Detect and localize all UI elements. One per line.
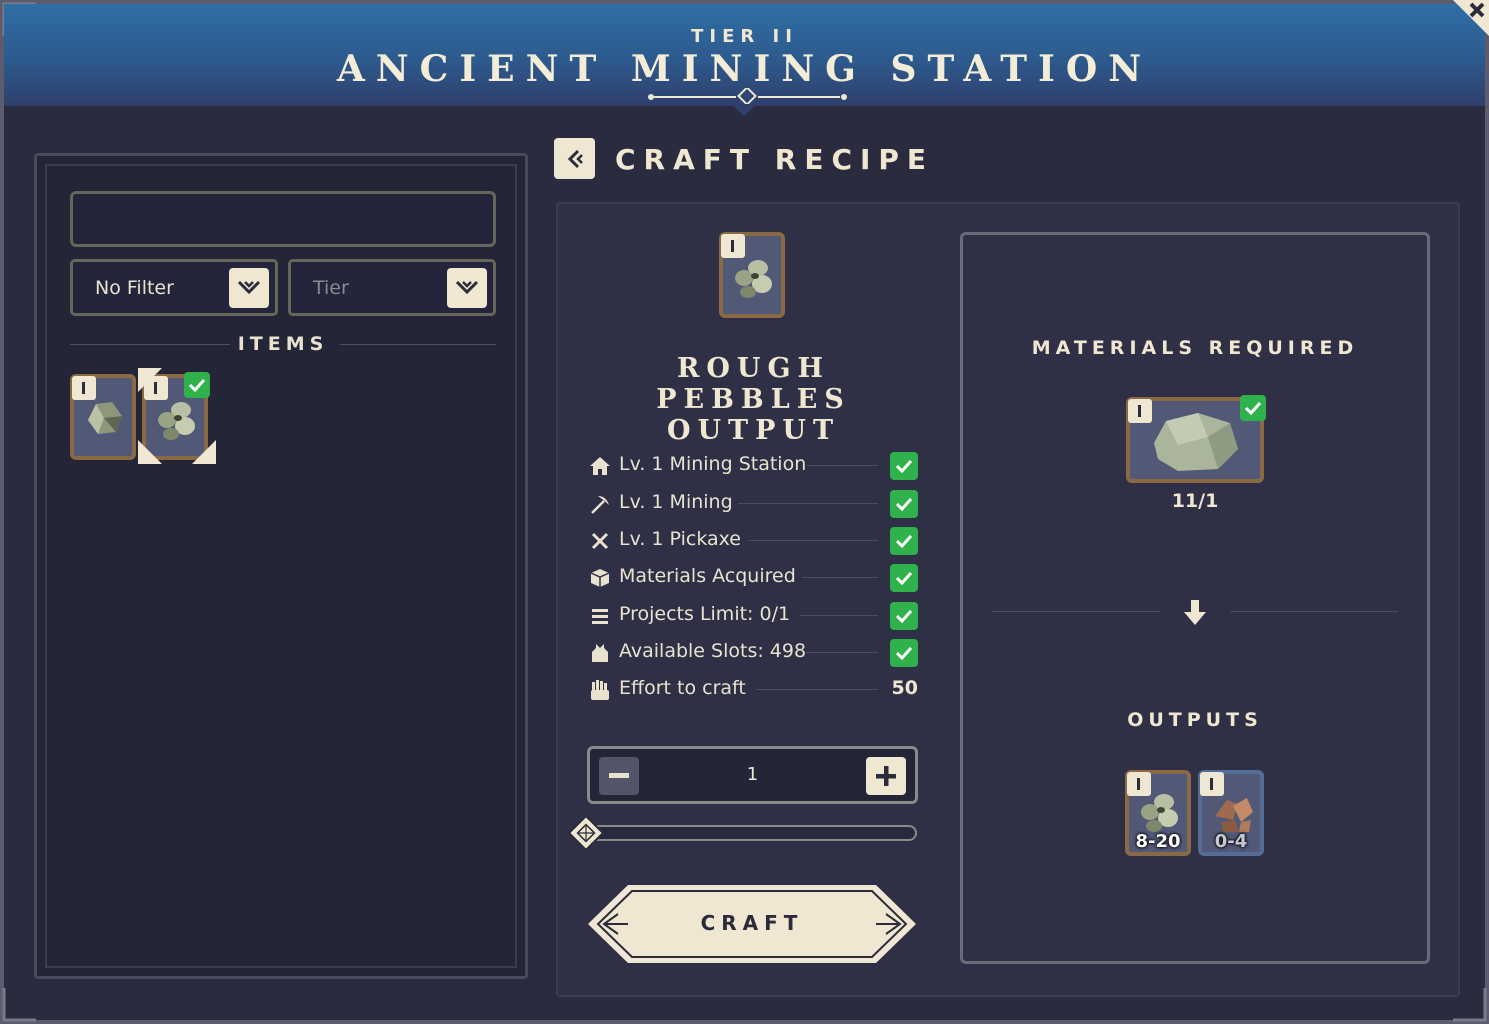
leader-line [806, 465, 878, 466]
checkmark-icon [890, 452, 918, 480]
requirement-label: Materials Acquired [619, 565, 796, 587]
leader-line [748, 540, 878, 541]
station-title: ANCIENT MINING STATION [336, 48, 1153, 90]
recipe-item-icon [719, 232, 785, 318]
filter-select-value: No Filter [95, 277, 174, 299]
bag-icon [588, 641, 612, 665]
rough-pebbles-icon [735, 260, 772, 298]
craft-recipe-heading: CRAFT RECIPE [615, 143, 935, 176]
crossed-tools-icon [588, 529, 612, 553]
rough-stone-icon [1154, 413, 1238, 471]
requirement-row: Projects Limit: 0/1 [588, 600, 918, 630]
stone-chunk-icon [88, 402, 122, 434]
cube-icon [588, 566, 612, 590]
search-input[interactable] [70, 191, 496, 247]
leader-line [802, 577, 878, 578]
requirement-label: Effort to craft [619, 677, 746, 699]
tier-select[interactable]: Tier [288, 259, 496, 316]
quantity-stepper[interactable]: 1 [587, 746, 918, 804]
section-divider [992, 611, 1160, 612]
quantity-slider-track[interactable] [586, 825, 917, 841]
back-button[interactable] [554, 138, 595, 179]
output-quantity: 8-20 [1135, 831, 1181, 852]
pickaxe-icon [588, 492, 612, 516]
tier-label: TIER II [691, 26, 798, 47]
section-divider [1230, 611, 1398, 612]
leader-line [756, 689, 878, 690]
copper-ore-icon [1215, 798, 1253, 832]
checkmark-icon [1240, 395, 1266, 421]
filter-select[interactable]: No Filter [70, 259, 278, 316]
header-banner: TIER II ANCIENT MINING STATION [4, 4, 1485, 106]
requirement-label: Lv. 1 Mining Station [619, 453, 807, 475]
header-notch [731, 104, 757, 116]
outputs-heading: OUTPUTS [1127, 709, 1263, 731]
effort-value: 50 [891, 677, 918, 699]
output-tile-rough-pebbles[interactable]: 8-20 [1125, 770, 1191, 856]
chevron-left-icon [567, 149, 583, 168]
chevron-down-icon[interactable] [447, 268, 487, 308]
requirement-label: Projects Limit: 0/1 [619, 603, 791, 625]
checkmark-icon [890, 564, 918, 592]
fist-icon [588, 678, 612, 702]
requirement-label: Lv. 1 Mining [619, 491, 733, 513]
requirement-label: Available Slots: 498 [619, 640, 807, 662]
list-icon [588, 604, 612, 628]
leader-line [806, 652, 878, 653]
checkmark-icon [890, 602, 918, 630]
tier-select-placeholder: Tier [313, 277, 349, 299]
leader-line [800, 615, 878, 616]
requirement-row: Available Slots: 498 [588, 637, 918, 667]
checkmark-icon [890, 639, 918, 667]
items-heading: ITEMS [237, 333, 329, 355]
requirement-row: Lv. 1 Mining Station [588, 450, 918, 480]
material-count: 11/1 [1171, 490, 1219, 512]
requirement-row: Lv. 1 Pickaxe [588, 525, 918, 555]
requirement-row: Effort to craft 50 [588, 674, 918, 704]
slider-handle[interactable] [568, 815, 604, 851]
requirement-row: Materials Acquired [588, 562, 918, 592]
close-icon[interactable] [1445, 0, 1489, 44]
material-tile-rough-stone[interactable] [1126, 395, 1266, 483]
corner-ornament [2, 988, 36, 1022]
recipe-title: ROUGH PEBBLES OUTPUT [656, 353, 851, 446]
selection-corners [138, 368, 216, 464]
requirement-row: Lv. 1 Mining [588, 488, 918, 518]
house-icon [588, 454, 612, 478]
craft-button-label[interactable]: CRAFT [586, 911, 918, 935]
materials-heading: MATERIALS REQUIRED [1031, 337, 1359, 359]
checkmark-icon [890, 490, 918, 518]
plus-icon [876, 766, 896, 786]
rough-pebbles-icon [1141, 794, 1178, 832]
checkmark-icon [890, 527, 918, 555]
arrow-down-icon [1184, 600, 1206, 625]
item-tile-stone-chunk[interactable] [70, 374, 136, 460]
requirement-label: Lv. 1 Pickaxe [619, 528, 741, 550]
increment-button[interactable] [866, 757, 906, 795]
output-quantity: 0-4 [1214, 831, 1248, 852]
output-tile-copper-ore[interactable]: 0-4 [1198, 770, 1264, 856]
leader-line [738, 503, 878, 504]
chevron-down-icon[interactable] [229, 268, 269, 308]
